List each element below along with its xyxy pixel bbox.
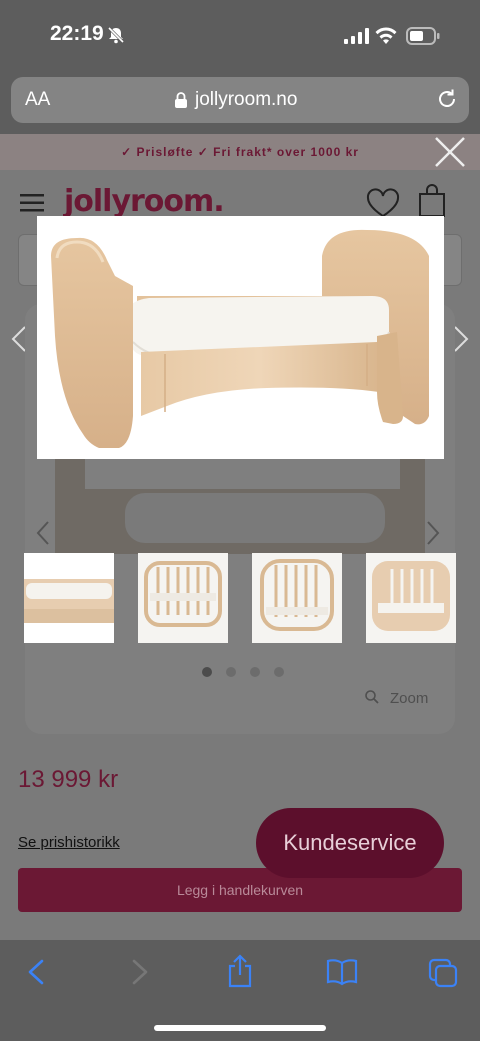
share-icon[interactable]: [226, 954, 254, 988]
home-indicator: [154, 1025, 326, 1031]
crib-thumbnail-image: [138, 553, 228, 643]
gallery-prev-icon[interactable]: [36, 520, 50, 546]
customer-service-label: Kundeservice: [283, 830, 417, 855]
zoom-button[interactable]: Zoom: [390, 690, 428, 707]
battery-icon: [406, 27, 440, 45]
browser-address-area: AA jollyroom.no: [0, 72, 480, 134]
shopping-bag-icon[interactable]: [418, 184, 446, 218]
magnifier-icon: [365, 690, 379, 704]
thumbnail-2[interactable]: [138, 553, 228, 643]
close-icon[interactable]: [432, 134, 468, 170]
pagination-dot-2[interactable]: [226, 667, 236, 677]
gallery-next-icon[interactable]: [426, 520, 440, 546]
gallery-thumbnails: [24, 553, 456, 645]
status-time: 22:19: [50, 22, 104, 45]
image-lightbox[interactable]: [37, 216, 444, 459]
crib-thumbnail-image: [252, 553, 342, 643]
crib-thumbnail-image: [366, 553, 456, 643]
back-icon[interactable]: [26, 958, 46, 986]
thumbnail-1[interactable]: [24, 553, 114, 643]
pagination-dot-1[interactable]: [202, 667, 212, 677]
customer-service-button[interactable]: Kundeservice: [256, 808, 444, 878]
bed-thumbnail-image: [24, 579, 114, 623]
lock-icon: [175, 92, 187, 108]
pagination-dot-3[interactable]: [250, 667, 260, 677]
url-text[interactable]: jollyroom.no: [195, 89, 297, 111]
add-to-cart-label: Legg i handlekurven: [176, 882, 304, 898]
junior-bed-image: [51, 229, 429, 448]
price-history-link[interactable]: Se prishistorikk: [18, 834, 120, 851]
address-bar[interactable]: AA jollyroom.no: [11, 77, 469, 123]
text-size-button[interactable]: AA: [25, 89, 50, 111]
signal-icon: [344, 28, 369, 44]
status-bar: 22:19: [0, 0, 480, 72]
menu-icon[interactable]: [20, 194, 44, 212]
site-logo[interactable]: jollyroom.: [64, 184, 225, 219]
product-price: 13 999 kr: [18, 766, 119, 793]
heart-icon[interactable]: [366, 188, 400, 218]
product-image[interactable]: [55, 459, 425, 554]
pagination-dot-4[interactable]: [274, 667, 284, 677]
bookmarks-icon[interactable]: [326, 958, 358, 986]
browser-toolbar: [0, 940, 480, 1041]
thumbnail-4[interactable]: [366, 553, 456, 643]
gallery-pagination: [202, 664, 298, 682]
promo-text: ✓ Prisløfte ✓ Fri frakt* over 1000 kr: [121, 145, 359, 159]
thumbnail-3[interactable]: [252, 553, 342, 643]
tabs-icon[interactable]: [428, 958, 458, 988]
bell-slash-icon: [107, 26, 125, 44]
promo-bar: ✓ Prisløfte ✓ Fri frakt* over 1000 kr: [0, 134, 480, 170]
reload-icon[interactable]: [435, 87, 459, 111]
forward-icon[interactable]: [130, 958, 150, 986]
wifi-icon: [375, 27, 397, 44]
